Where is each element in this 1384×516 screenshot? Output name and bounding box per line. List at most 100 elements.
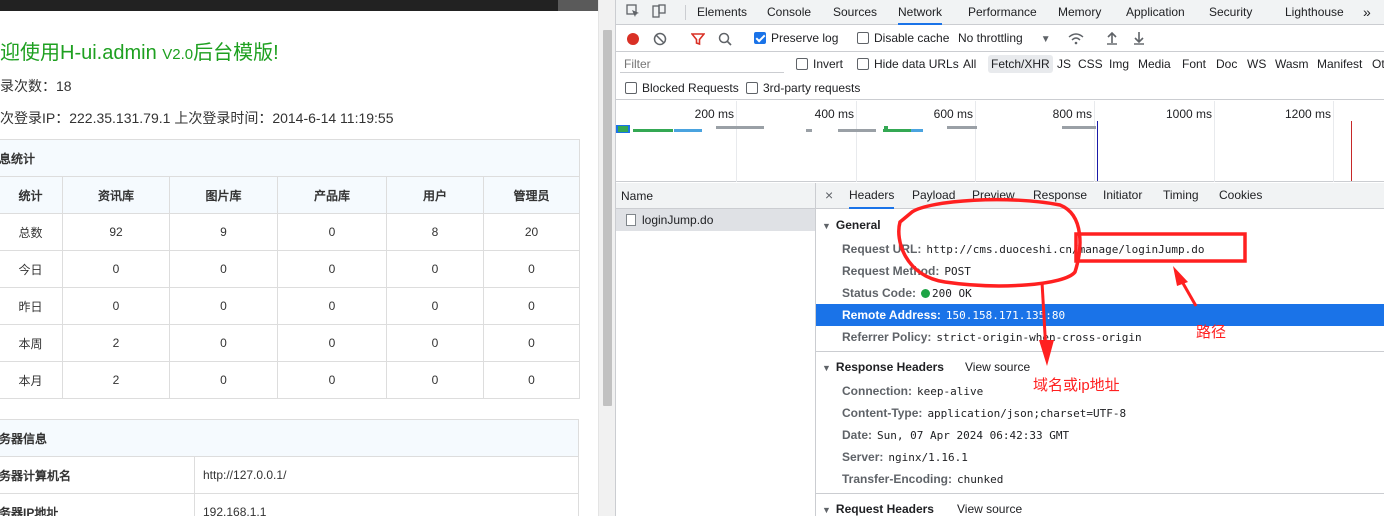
third-party-checkbox[interactable]: 3rd-party requests (746, 81, 860, 95)
tab-security[interactable]: Security (1209, 0, 1252, 25)
tab-response[interactable]: Response (1033, 183, 1087, 209)
hide-data-urls-checkbox[interactable]: Hide data URLs (857, 57, 959, 71)
throttling-value: No throttling (958, 31, 1023, 45)
tab-elements[interactable]: Elements (697, 0, 747, 25)
path-annotation-label: 路径 (1196, 324, 1227, 341)
more-tabs-icon[interactable]: » (1363, 0, 1371, 25)
view-source-link[interactable]: View source (957, 502, 1022, 516)
invert-checkbox[interactable]: Invert (796, 57, 843, 71)
table-cell: 昨日 (0, 287, 63, 325)
remote-address-row[interactable]: Remote Address: 150.158.171.135:80 (816, 304, 1384, 326)
inspect-element-icon[interactable] (625, 4, 641, 20)
close-icon[interactable]: × (825, 183, 833, 209)
general-title: General (835, 218, 881, 232)
type-filter-all[interactable]: All (963, 55, 976, 73)
filter-input[interactable] (620, 55, 784, 73)
timeline-bar (618, 126, 628, 132)
table-cell: 0 (386, 250, 484, 288)
section-divider (816, 493, 1384, 494)
type-filter-fetch-xhr[interactable]: Fetch/XHR (988, 55, 1053, 73)
table-row: 今日 0 0 0 0 0 (0, 250, 580, 288)
export-har-icon[interactable] (1133, 31, 1145, 48)
type-filter-css[interactable]: CSS (1078, 55, 1103, 73)
timeline-gridline (975, 101, 976, 182)
timeline-gridline (1333, 101, 1334, 182)
tab-performance[interactable]: Performance (968, 0, 1037, 25)
tab-network[interactable]: Network (898, 0, 943, 25)
clear-icon[interactable] (653, 32, 667, 49)
header-key: Date: (842, 428, 873, 442)
status-code-row: Status Code: 200 OK (842, 286, 972, 300)
record-icon[interactable] (626, 32, 640, 49)
tab-cookies[interactable]: Cookies (1219, 183, 1262, 209)
tab-initiator[interactable]: Initiator (1103, 183, 1142, 209)
type-filter-wasm[interactable]: Wasm (1275, 55, 1309, 73)
table-cell: 0 (62, 250, 170, 288)
filter-icon[interactable] (690, 32, 706, 49)
tab-console[interactable]: Console (767, 0, 811, 25)
type-filter-img[interactable]: Img (1109, 55, 1129, 73)
devtools-panel: Elements Console Sources Network Perform… (615, 0, 1384, 516)
server-info-table: 务器信息 务器计算机名 http://127.0.0.1/ 务器IP地址 192… (0, 419, 579, 516)
network-conditions-icon[interactable] (1067, 31, 1085, 48)
welcome-title-text: 迎使用H-ui.admin (0, 42, 163, 64)
tab-headers[interactable]: Headers (849, 183, 895, 209)
column-header-name[interactable]: Name (616, 183, 815, 209)
filter-bar: Invert Hide data URLs All Fetch/XHR JS C… (616, 52, 1384, 76)
import-har-icon[interactable] (1106, 31, 1118, 48)
expand-triangle-icon: ▼ (822, 505, 831, 515)
table-cell: 本月 (0, 361, 63, 399)
request-row[interactable]: loginJump.do (616, 209, 815, 231)
type-filter-other[interactable]: Ot (1372, 55, 1384, 73)
timeline-bar (1062, 126, 1096, 129)
chevron-down-icon: ▼ (1040, 34, 1051, 45)
tab-application[interactable]: Application (1126, 0, 1185, 25)
page-scrollbar[interactable] (598, 0, 615, 516)
timeline-gridline (736, 101, 737, 182)
page-top-bar (0, 0, 600, 11)
table-cell: 0 (169, 361, 278, 399)
type-filter-media[interactable]: Media (1138, 55, 1171, 73)
type-filter-doc[interactable]: Doc (1216, 55, 1237, 73)
header-key: Transfer-Encoding: (842, 472, 953, 486)
table-cell: 0 (483, 250, 580, 288)
throttling-select[interactable]: No throttling ▼ (958, 31, 1051, 45)
server-value: http://127.0.0.1/ (194, 456, 579, 494)
table-cell: 0 (277, 250, 387, 288)
request-url-key: Request URL: (842, 242, 922, 256)
table-cell: 0 (62, 287, 170, 325)
response-headers-toggle[interactable]: ▼ Response Headers (822, 360, 944, 374)
type-filter-ws[interactable]: WS (1247, 55, 1266, 73)
timeline-bar (838, 129, 876, 132)
disable-cache-checkbox[interactable]: Disable cache (857, 31, 949, 45)
blocked-requests-checkbox[interactable]: Blocked Requests (625, 81, 739, 95)
header-value: Sun, 07 Apr 2024 06:42:33 GMT (877, 429, 1070, 442)
tab-lighthouse[interactable]: Lighthouse (1285, 0, 1344, 25)
request-url-row: Request URL: http://cms.duoceshi.cn/manag… (842, 242, 1205, 256)
tab-preview[interactable]: Preview (972, 183, 1015, 209)
timeline-bar (911, 129, 923, 132)
type-filter-js[interactable]: JS (1057, 55, 1071, 73)
type-filter-manifest[interactable]: Manifest (1317, 55, 1362, 73)
referrer-policy-row: Referrer Policy: strict-origin-when-cross… (842, 330, 1142, 344)
request-headers-toggle[interactable]: ▼ Request Headers (822, 502, 934, 516)
network-timeline[interactable]: 200 ms 400 ms 600 ms 800 ms 1000 ms 1200… (616, 101, 1384, 182)
tab-timing[interactable]: Timing (1163, 183, 1199, 209)
tab-payload[interactable]: Payload (912, 183, 955, 209)
preserve-log-checkbox[interactable]: Preserve log (754, 31, 838, 45)
stats-header: 资讯库 (62, 176, 170, 214)
server-label: 务器计算机名 (0, 456, 195, 494)
screenshot-root: 迎使用H-ui.admin V2.0后台模版! 录次数：18 次登录IP：222… (0, 0, 1384, 516)
tab-memory[interactable]: Memory (1058, 0, 1101, 25)
referrer-policy-key: Referrer Policy: (842, 330, 932, 344)
welcome-suffix: 后台模版! (193, 42, 279, 64)
scrollbar-thumb[interactable] (603, 30, 612, 406)
device-toolbar-icon[interactable] (651, 4, 667, 20)
timeline-label: 800 ms (1052, 107, 1092, 121)
general-section-toggle[interactable]: ▼ General (822, 218, 881, 232)
view-source-link[interactable]: View source (965, 360, 1030, 374)
tab-sources[interactable]: Sources (833, 0, 877, 25)
type-filter-font[interactable]: Font (1182, 55, 1206, 73)
search-icon[interactable] (718, 32, 732, 49)
stats-table: 息统计 统计 资讯库 图片库 产品库 用户 管理员 总数 92 9 0 8 20 今日 0 0… (0, 139, 580, 399)
